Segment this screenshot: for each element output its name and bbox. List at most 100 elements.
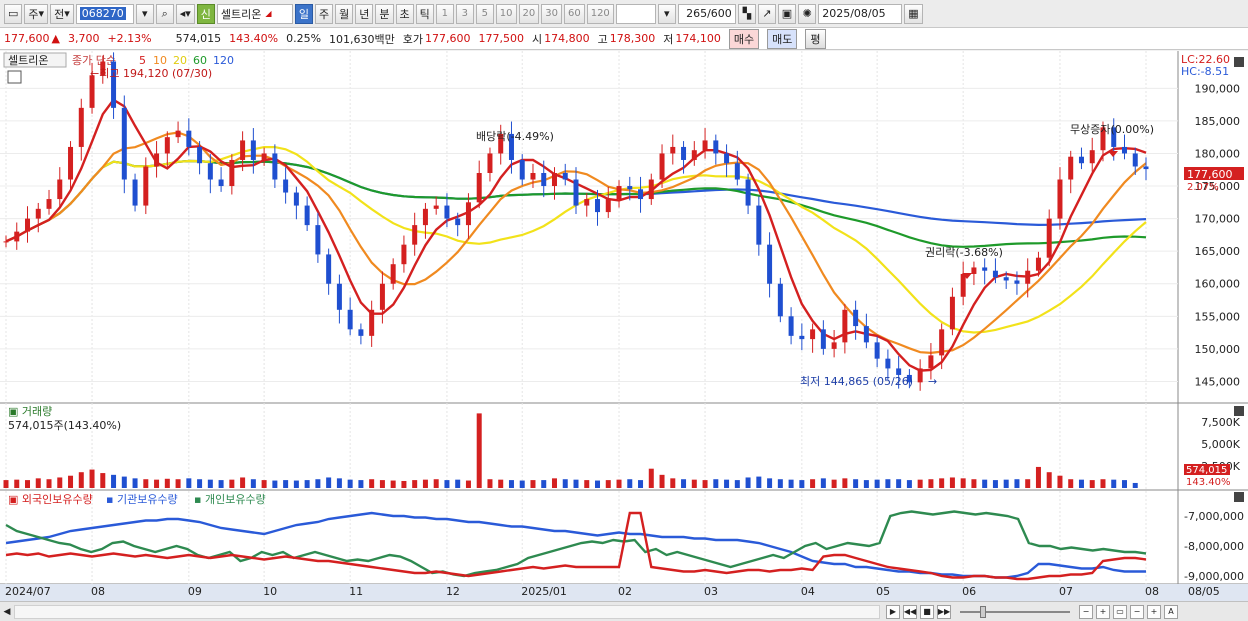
type-select[interactable]: 주 ▾ <box>24 3 49 24</box>
interval-3[interactable]: 3 <box>455 3 474 24</box>
chart-tools-icon[interactable]: ▚ <box>737 3 756 24</box>
candle-body <box>1132 153 1138 167</box>
chart-tab-label: 셀트리온 <box>8 54 48 67</box>
speaker-icon[interactable]: ◂▾ <box>175 3 195 24</box>
font-icon[interactable]: A <box>1164 604 1178 619</box>
volume-bar <box>1111 479 1117 488</box>
candle-body <box>831 342 837 349</box>
interval-120[interactable]: 120 <box>586 3 614 24</box>
candle-body <box>293 192 299 206</box>
zoom-in-icon[interactable]: + <box>1096 604 1110 619</box>
volume-close-icon[interactable] <box>1234 406 1244 416</box>
volume-bar <box>519 480 525 488</box>
volume-bar <box>530 480 536 488</box>
zoom-slider-handle[interactable] <box>980 605 986 618</box>
stock-name-field[interactable]: 셀트리온 ◢ <box>216 3 293 24</box>
x-tick-label: 2025/01 <box>521 585 567 598</box>
candle-body <box>186 130 192 147</box>
volume-bar <box>433 479 439 488</box>
plus-icon[interactable]: + <box>1147 604 1161 619</box>
volume-bar <box>476 413 482 488</box>
interval-1[interactable]: 1 <box>435 3 454 24</box>
volume-bar <box>691 479 697 488</box>
interval-10[interactable]: 10 <box>495 3 517 24</box>
minus-icon[interactable]: − <box>1130 604 1144 619</box>
chart-icon[interactable]: ▭ <box>4 3 23 24</box>
volume-bar <box>906 480 912 488</box>
period-day[interactable]: 일 <box>294 3 314 24</box>
rewind-icon[interactable]: ◀◀ <box>903 604 917 619</box>
interval-20[interactable]: 20 <box>518 3 540 24</box>
candle-body <box>35 208 41 219</box>
volume-bar <box>304 480 310 488</box>
volume-bar <box>928 479 934 488</box>
scroll-left-icon[interactable]: ◀ <box>0 607 14 617</box>
interval-60[interactable]: 60 <box>563 3 585 24</box>
candle-body <box>777 283 783 317</box>
volume-bar <box>283 480 289 488</box>
interval-5[interactable]: 5 <box>475 3 494 24</box>
candle-body <box>853 309 859 327</box>
period-month[interactable]: 월 <box>335 3 354 24</box>
dropdown-icon[interactable]: ▾ <box>135 3 154 24</box>
draw-tools-icon[interactable]: ↗ <box>757 3 776 24</box>
interval-30[interactable]: 30 <box>541 3 562 24</box>
stock-chart[interactable]: 셀트리온 종가 단순 5 10 20 60 120 LC:22.60 HC:-8… <box>0 51 1248 601</box>
candle-body <box>455 218 461 226</box>
play-icon[interactable]: ▶ <box>886 604 900 619</box>
holding-close-icon[interactable] <box>1234 492 1244 502</box>
volume-bar <box>885 479 891 488</box>
stop-icon[interactable]: ■ <box>920 604 934 619</box>
x-tick-label: 06 <box>962 585 976 598</box>
volume-bar <box>89 469 95 488</box>
stock-code-input[interactable]: 068270 <box>75 3 134 24</box>
calendar-icon[interactable]: ▦ <box>904 3 923 24</box>
count-input[interactable]: 265/600 <box>677 3 736 24</box>
volume-bar <box>681 479 687 488</box>
forward-icon[interactable]: ▶▶ <box>937 604 951 619</box>
interval-dropdown-icon[interactable]: ▾ <box>657 3 676 24</box>
prefix-select[interactable]: 전 ▾ <box>50 3 74 24</box>
zoom-out-icon[interactable]: − <box>1079 604 1093 619</box>
search-icon[interactable]: ⌕ <box>155 3 174 24</box>
period-tick[interactable]: 틱 <box>415 3 434 24</box>
current-pct-label: 2.07% <box>1187 182 1219 193</box>
period-year[interactable]: 년 <box>355 3 374 24</box>
reset-icon[interactable]: ▭ <box>1113 604 1127 619</box>
candle-body <box>874 342 880 359</box>
avg-button[interactable]: 평 <box>805 28 826 49</box>
stock-name: 셀트리온 <box>220 7 262 21</box>
volume-bar <box>412 480 418 488</box>
candle-body <box>971 267 977 274</box>
grid-toggle-icon[interactable] <box>7 70 22 84</box>
sell-button[interactable]: 매도 <box>767 28 798 49</box>
candle-body <box>885 358 891 369</box>
gear-icon[interactable]: ✺ <box>798 3 817 24</box>
scroll-track[interactable] <box>14 604 880 619</box>
candle-body <box>1035 257 1041 271</box>
volume-bar <box>143 479 149 488</box>
volume-pct-tag: 143.40% <box>1186 477 1231 488</box>
candle-body <box>605 199 611 213</box>
volume-bar <box>197 479 203 488</box>
volume-bar <box>175 479 181 488</box>
current-price: 177,600 <box>4 32 50 45</box>
new-badge[interactable]: 신 <box>196 3 215 24</box>
date-input[interactable]: 2025/08/05 <box>818 3 903 24</box>
buy-button[interactable]: 매수 <box>728 28 760 49</box>
interval-input[interactable] <box>615 3 656 24</box>
volume-bar <box>917 479 923 488</box>
candle-body <box>702 140 708 151</box>
legend-prefix: 종가 단순 <box>72 54 116 67</box>
candle-body <box>433 205 439 209</box>
candle-body <box>691 150 697 160</box>
period-week[interactable]: 주 <box>315 3 334 24</box>
period-second[interactable]: 초 <box>395 3 414 24</box>
save-icon[interactable]: ▣ <box>777 3 797 24</box>
candle-body <box>283 179 289 193</box>
candle-body <box>820 329 826 349</box>
candle-body <box>401 244 407 265</box>
zoom-slider[interactable] <box>960 605 1070 618</box>
close-icon[interactable] <box>1234 57 1244 67</box>
period-minute[interactable]: 분 <box>375 3 394 24</box>
